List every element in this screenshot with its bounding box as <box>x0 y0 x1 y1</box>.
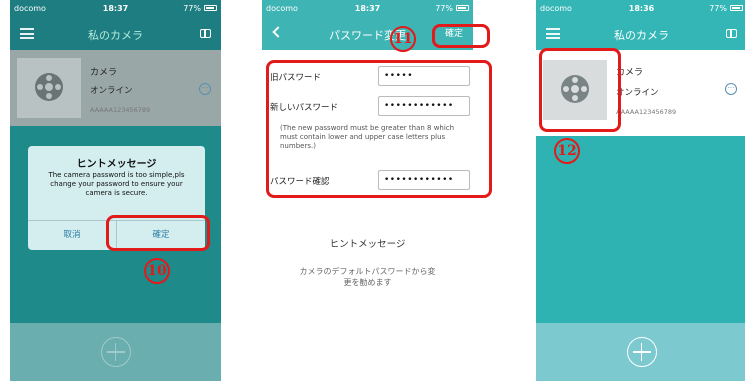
bottom-bar <box>10 323 221 381</box>
add-camera-icon[interactable] <box>100 337 131 367</box>
dialog-title: ヒントメッセージ <box>76 159 157 170</box>
page-title: 私のカメラ <box>614 29 669 42</box>
cancel-button[interactable]: 取消 <box>28 220 116 250</box>
more-options-icon[interactable]: ··· <box>199 83 211 95</box>
camera-list-item[interactable]: カメラ オンライン ··· AAAAA123456789 <box>10 50 221 126</box>
battery-percent: 77% <box>183 4 201 13</box>
status-bar: docomo 18:37 77% <box>262 0 473 18</box>
battery-icon <box>456 5 469 11</box>
highlight-nav-confirm <box>432 24 490 48</box>
camera-id: AAAAA123456789 <box>616 108 677 116</box>
highlight-password-form <box>266 60 492 198</box>
battery-percent: 77% <box>435 4 453 13</box>
phone-screen-1: docomo 18:37 77% 私のカメラ カメラ オンライン ··· AAA… <box>10 0 221 381</box>
nav-bar: 私のカメラ <box>10 18 221 50</box>
hint-body-text: カメラのデフォルトパスワードから変更を勧めます <box>299 267 436 287</box>
status-bar: docomo 18:37 77% <box>10 0 221 18</box>
add-camera-icon[interactable] <box>626 337 657 367</box>
hint-message: カメラのデフォルトパスワードから変更を勧めます <box>262 266 473 288</box>
camera-thumbnail <box>17 58 81 118</box>
step-number-11: 11 <box>390 26 416 52</box>
step-number-10: 10 <box>144 258 170 284</box>
more-options-icon[interactable]: ··· <box>725 83 737 95</box>
camera-name: カメラ <box>90 68 118 78</box>
battery-percent: 77% <box>709 4 727 13</box>
battery-icon <box>204 5 217 11</box>
camera-id: AAAAA123456789 <box>90 106 151 114</box>
camera-status: オンライン <box>616 88 659 98</box>
dialog-message: The camera password is too simple,pls ch… <box>48 171 185 197</box>
film-reel-icon <box>35 73 63 101</box>
step-number-12: 12 <box>554 138 580 164</box>
battery-icon <box>730 5 743 11</box>
bottom-bar <box>536 323 745 381</box>
status-bar: docomo 18:36 77% <box>536 0 745 18</box>
nav-bar: 私のカメラ <box>536 18 745 50</box>
grid-view-icon[interactable] <box>200 29 211 38</box>
highlight-camera-thumbnail <box>539 48 621 132</box>
page-title: 私のカメラ <box>88 29 143 42</box>
camera-status: オンライン <box>90 86 133 96</box>
grid-view-icon[interactable] <box>726 29 737 38</box>
hint-title: ヒントメッセージ <box>329 239 406 250</box>
highlight-confirm-button <box>106 215 210 251</box>
